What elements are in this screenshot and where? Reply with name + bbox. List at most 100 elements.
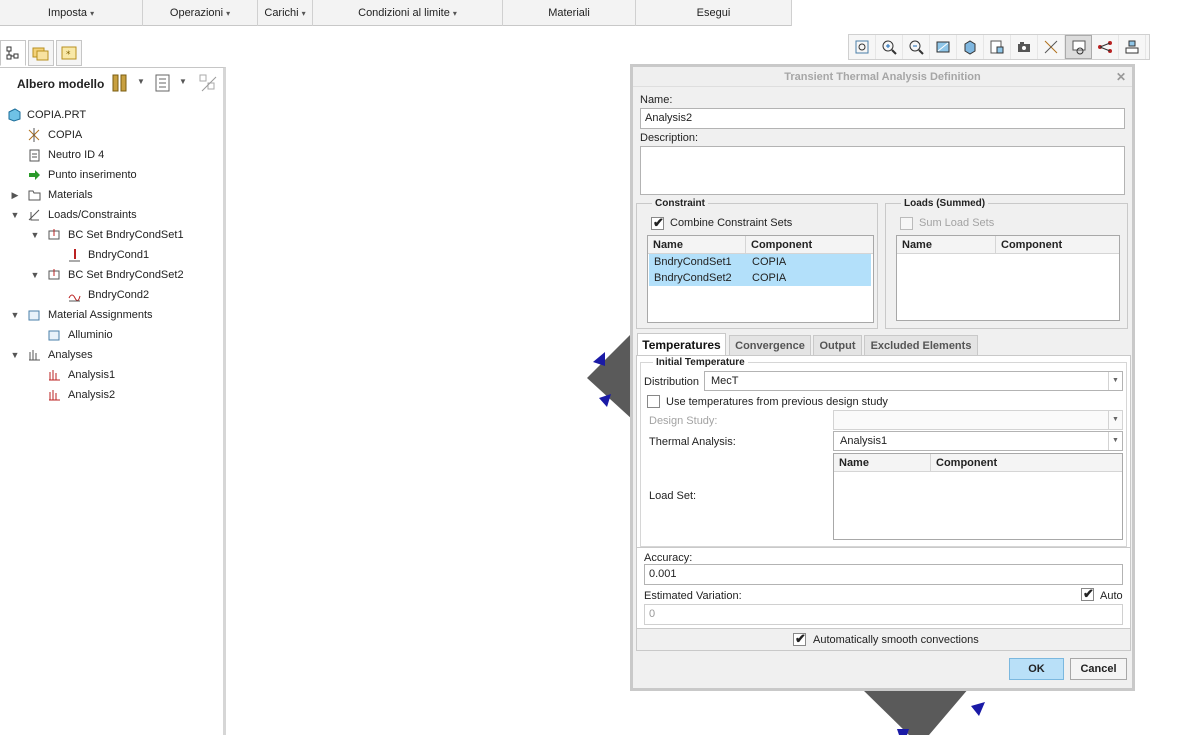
zoom-out-button[interactable] [903, 35, 930, 59]
spin-center-button[interactable] [1092, 35, 1119, 59]
tree-item-label: BndryCond1 [88, 249, 150, 261]
load-set-table[interactable]: Name Component [833, 453, 1123, 540]
favorites-tab[interactable]: * [56, 40, 82, 66]
row-component: COPIA [752, 272, 787, 284]
tree-item-materials[interactable]: ▶ Materials [0, 185, 223, 205]
tree-item-analyses[interactable]: ▼ Analyses [0, 345, 223, 365]
auto-checkbox[interactable]: ✔ [1081, 586, 1094, 601]
tree-item-bndrycond1[interactable]: BndryCond1 [0, 245, 223, 265]
table-row[interactable]: BndryCondSet1 COPIA [649, 254, 871, 270]
refit-icon [855, 40, 869, 54]
column-header-name: Name [834, 454, 931, 472]
constraint-group-title: Constraint [652, 198, 708, 209]
sum-load-sets-checkbox[interactable] [900, 217, 913, 230]
column-header-component: Component [936, 457, 998, 469]
refit-button[interactable] [849, 35, 876, 59]
tab-label: Convergence [735, 340, 805, 352]
model-tree-panel: Albero modello ▼ ▼ COPIA.PRT COPIA Neutr… [0, 67, 226, 735]
tree-item-analysis1[interactable]: Analysis1 [0, 365, 223, 385]
tab-label: Materiali [548, 7, 590, 19]
collapse-arrow-icon[interactable]: ▼ [10, 305, 20, 325]
tab-label: Imposta [47, 7, 88, 19]
tab-imposta[interactable]: Imposta ▾ [0, 0, 143, 26]
collapse-arrow-icon[interactable]: ▼ [10, 205, 20, 225]
column-header-component: Component [751, 239, 813, 251]
saved-views-button[interactable] [984, 35, 1011, 59]
combine-constraint-sets-checkbox[interactable]: ✔ [651, 215, 664, 230]
smooth-convections-checkbox[interactable]: ✔ [793, 631, 806, 646]
tab-excluded-elements[interactable]: Excluded Elements [864, 335, 978, 355]
ok-button[interactable]: OK [1009, 658, 1064, 680]
tree-item-analysis2[interactable]: Analysis2 [0, 385, 223, 405]
tree-item-label: Loads/Constraints [48, 209, 137, 221]
thermal-analysis-value: Analysis1 [840, 435, 888, 447]
table-header: Name Component [897, 236, 1119, 254]
model-tree-header: Albero modello ▼ ▼ [0, 68, 223, 98]
repaint-button[interactable] [930, 35, 957, 59]
tree-item-material-assignments[interactable]: ▼ Material Assignments [0, 305, 223, 325]
collapse-arrow-icon[interactable]: ▼ [30, 225, 40, 245]
tab-temperatures[interactable]: Temperatures [637, 333, 726, 355]
tree-item-copia-prt[interactable]: COPIA.PRT [0, 105, 223, 125]
tree-item-punto-inserimento[interactable]: Punto inserimento [0, 165, 223, 185]
design-study-select[interactable]: ▼ [833, 410, 1123, 430]
estimated-variation-field[interactable]: 0 [644, 604, 1123, 625]
tree-item-alluminio[interactable]: Alluminio [0, 325, 223, 345]
tree-item-bc-set-1[interactable]: ▼ BC Set BndryCondSet1 [0, 225, 223, 245]
use-previous-temperatures-checkbox[interactable] [647, 395, 660, 408]
display-style-button[interactable] [957, 35, 984, 59]
close-icon[interactable]: ✕ [1116, 67, 1126, 87]
cancel-button[interactable]: Cancel [1070, 658, 1127, 680]
constraint-sets-table[interactable]: Name Component BndryCondSet1 COPIA Bndry… [647, 235, 874, 323]
table-header: Name Component [648, 236, 873, 254]
model-tree-tab[interactable] [0, 40, 26, 66]
smooth-convections-label: Automatically smooth convections [813, 634, 979, 646]
tree-settings-icon[interactable] [154, 74, 172, 92]
constraint-marker-icon [971, 702, 985, 716]
chevron-down-icon[interactable]: ▼ [137, 77, 145, 86]
tree-item-bc-set-2[interactable]: ▼ BC Set BndryCondSet2 [0, 265, 223, 285]
collapse-arrow-icon[interactable]: ▼ [10, 345, 20, 365]
initial-temperature-title: Initial Temperature [653, 357, 748, 368]
dropdown-arrow-icon: ▼ [1108, 411, 1122, 429]
chevron-down-icon[interactable]: ▼ [179, 77, 187, 86]
thermal-analysis-select[interactable]: Analysis1 ▼ [833, 431, 1123, 451]
tree-item-copia[interactable]: COPIA [0, 125, 223, 145]
tab-materiali[interactable]: Materiali [503, 0, 636, 26]
tab-convergence[interactable]: Convergence [729, 335, 811, 355]
tab-carichi[interactable]: Carichi ▾ [258, 0, 313, 26]
tree-item-bndrycond2[interactable]: BndryCond2 [0, 285, 223, 305]
description-label: Description: [640, 132, 699, 144]
model-shape [861, 688, 969, 735]
description-field[interactable] [640, 146, 1125, 195]
datum-display-button[interactable] [1038, 35, 1065, 59]
tree-item-label: Material Assignments [48, 309, 153, 321]
tab-output[interactable]: Output [813, 335, 862, 355]
collapse-arrow-icon[interactable]: ▼ [30, 265, 40, 285]
name-field[interactable]: Analysis2 [640, 108, 1125, 129]
loads-constraints-icon [28, 209, 40, 221]
tree-item-neutro-id-4[interactable]: Neutro ID 4 [0, 145, 223, 165]
distribution-select[interactable]: MecT ▼ [704, 371, 1123, 391]
view-toolbar [848, 34, 1150, 60]
tree-item-label: Materials [48, 189, 93, 201]
folder-browser-tab[interactable] [28, 40, 54, 66]
camera-icon [1018, 42, 1030, 52]
dialog-title: Transient Thermal Analysis Definition [784, 71, 981, 83]
zoom-in-button[interactable] [876, 35, 903, 59]
expand-arrow-icon[interactable]: ▶ [10, 185, 20, 205]
view-manager-button[interactable] [1011, 35, 1038, 59]
chevron-down-icon: ▾ [90, 9, 95, 18]
tree-item-loads-constraints[interactable]: ▼ Loads/Constraints [0, 205, 223, 225]
annotation-display-button[interactable] [1065, 35, 1092, 59]
tree-tools-icon[interactable] [110, 73, 130, 93]
tab-operazioni[interactable]: Operazioni ▾ [143, 0, 258, 26]
show-hide-filter-icon[interactable] [198, 73, 220, 95]
table-row[interactable]: BndryCondSet2 COPIA [649, 270, 871, 286]
simulation-display-button[interactable] [1119, 35, 1146, 59]
accuracy-field[interactable]: 0.001 [644, 564, 1123, 585]
load-sets-table[interactable]: Name Component [896, 235, 1120, 321]
tab-esegui[interactable]: Esegui [636, 0, 792, 26]
tab-condizioni-al-limite[interactable]: Condizioni al limite ▾ [313, 0, 503, 26]
checkmark-icon: ✔ [1083, 586, 1094, 601]
